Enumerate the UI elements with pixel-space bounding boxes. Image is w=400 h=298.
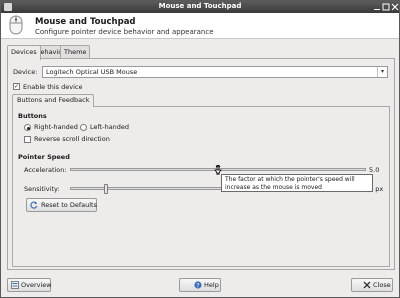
left-handed-radio[interactable] bbox=[80, 124, 87, 131]
reverse-scroll-label[interactable]: Reverse scroll direction bbox=[34, 135, 110, 143]
overview-label: Overview bbox=[21, 281, 52, 289]
tab-devices[interactable]: Devices bbox=[7, 45, 41, 60]
close-window-button[interactable] bbox=[391, 3, 399, 11]
close-button[interactable]: Close bbox=[351, 278, 393, 292]
overview-button[interactable]: Overview bbox=[7, 278, 52, 292]
acceleration-label: Acceleration: bbox=[24, 166, 67, 174]
minimize-icon bbox=[374, 9, 380, 10]
checkmark-icon: ✓ bbox=[14, 83, 20, 90]
enable-device-label[interactable]: Enable this device bbox=[23, 83, 82, 91]
close-icon bbox=[391, 3, 399, 11]
chevron-down-icon[interactable]: ▾ bbox=[377, 67, 387, 77]
acceleration-value: 5.0 bbox=[369, 166, 380, 174]
window-title: Mouse and Touchpad bbox=[158, 2, 242, 10]
mouse-pointer-icon bbox=[214, 165, 222, 175]
acceleration-tooltip: The factor at which the pointer's speed … bbox=[221, 174, 373, 192]
tab-theme[interactable]: Theme bbox=[60, 45, 91, 59]
reverse-scroll-checkbox[interactable] bbox=[24, 136, 31, 143]
device-combo[interactable]: Logitech Optical USB Mouse ▾ bbox=[42, 66, 388, 78]
mouse-icon bbox=[9, 15, 23, 35]
left-handed-label[interactable]: Left-handed bbox=[90, 123, 129, 131]
maximize-icon bbox=[382, 3, 390, 11]
pointer-speed-section-title: Pointer Speed bbox=[18, 153, 70, 161]
enable-device-checkbox[interactable]: ✓ bbox=[13, 83, 20, 90]
dialog-subtitle: Configure pointer device behavior and ap… bbox=[35, 28, 214, 36]
dialog-buttons: Overview ? Help Close bbox=[1, 273, 399, 297]
buttons-section-title: Buttons bbox=[18, 112, 47, 120]
refresh-icon bbox=[30, 201, 38, 209]
window: Mouse and Touchpad Mouse and Touchpad Co… bbox=[0, 0, 400, 298]
right-handed-label[interactable]: Right-handed bbox=[34, 123, 78, 131]
help-button[interactable]: ? Help bbox=[179, 278, 221, 292]
svg-text:?: ? bbox=[196, 282, 199, 289]
title-bar[interactable]: Mouse and Touchpad bbox=[1, 1, 399, 13]
sensitivity-label: Sensitivity: bbox=[24, 185, 60, 193]
help-icon: ? bbox=[194, 281, 202, 289]
device-combo-value: Logitech Optical USB Mouse bbox=[46, 68, 138, 76]
help-label: Help bbox=[204, 281, 219, 289]
maximize-button[interactable] bbox=[382, 3, 390, 11]
close-label: Close bbox=[373, 281, 391, 289]
device-label: Device: bbox=[13, 68, 38, 76]
dialog-title: Mouse and Touchpad bbox=[35, 17, 136, 27]
sensitivity-slider-handle[interactable] bbox=[104, 184, 108, 194]
tab-buttons-and-feedback[interactable]: Buttons and Feedback bbox=[12, 94, 95, 107]
dialog-header: Mouse and Touchpad Configure pointer dev… bbox=[1, 13, 399, 39]
overview-icon bbox=[11, 281, 19, 289]
reset-to-defaults-button[interactable]: Reset to Defaults bbox=[26, 198, 97, 212]
close-dialog-icon bbox=[363, 281, 371, 289]
minimize-button[interactable] bbox=[373, 3, 381, 11]
right-handed-radio[interactable] bbox=[24, 124, 31, 131]
reset-to-defaults-label: Reset to Defaults bbox=[41, 201, 97, 209]
devices-panel: Device: Logitech Optical USB Mouse ▾ ✓ E… bbox=[7, 58, 395, 270]
